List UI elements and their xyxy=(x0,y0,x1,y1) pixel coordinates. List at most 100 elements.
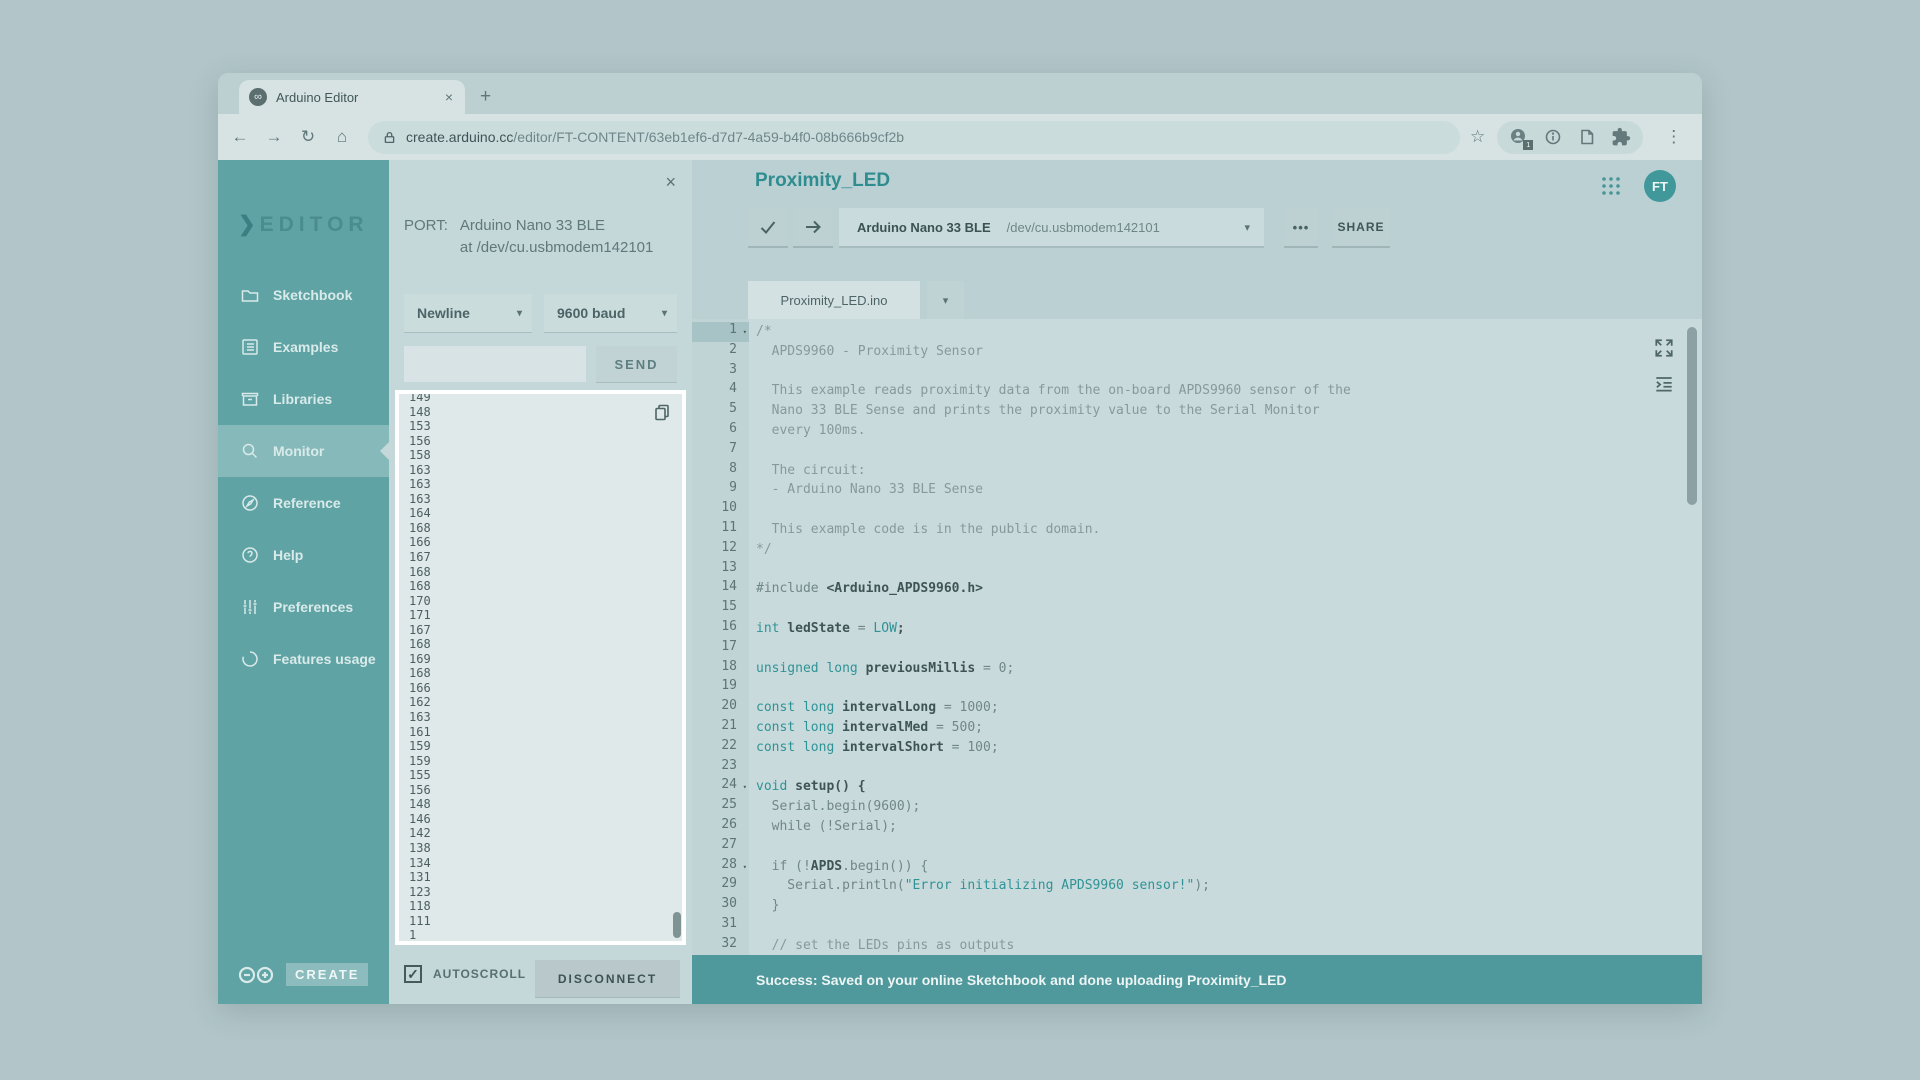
status-message: Success: Saved on your online Sketchbook… xyxy=(756,972,1287,988)
line-number[interactable]: 30 xyxy=(692,896,749,916)
line-number[interactable]: 12 xyxy=(692,540,749,560)
create-badge[interactable]: CREATE xyxy=(286,963,368,986)
profile-extension-icon[interactable]: 1 xyxy=(1509,127,1529,147)
upload-button[interactable] xyxy=(793,208,833,246)
fullscreen-icon[interactable] xyxy=(1653,337,1675,359)
tab-close-icon[interactable]: × xyxy=(443,89,455,105)
avatar[interactable]: FT xyxy=(1644,170,1676,202)
notes-extension-icon[interactable] xyxy=(1577,127,1597,147)
sidebar-item-sketchbook[interactable]: Sketchbook xyxy=(218,269,389,321)
file-tab[interactable]: Proximity_LED.ino xyxy=(748,281,920,319)
line-ending-select[interactable]: Newline ▾ xyxy=(404,294,532,332)
baud-rate-value: 9600 baud xyxy=(557,305,625,321)
line-number[interactable]: 15 xyxy=(692,599,749,619)
home-icon[interactable]: ⌂ xyxy=(330,127,354,147)
line-number[interactable]: 10 xyxy=(692,500,749,520)
line-number[interactable]: 23 xyxy=(692,758,749,778)
serial-scrollbar-thumb[interactable] xyxy=(673,912,681,938)
line-number[interactable]: 14 xyxy=(692,579,749,599)
format-code-icon[interactable] xyxy=(1653,373,1675,395)
sidebar-item-reference[interactable]: Reference xyxy=(218,477,389,529)
sidebar-item-libraries[interactable]: Libraries xyxy=(218,373,389,425)
line-number[interactable]: 27 xyxy=(692,837,749,857)
line-number[interactable]: 21 xyxy=(692,718,749,738)
progress-circle-icon xyxy=(240,649,260,669)
line-number[interactable]: 31 xyxy=(692,916,749,936)
code-line xyxy=(756,599,1682,619)
editor-scrollbar-thumb[interactable] xyxy=(1687,327,1697,505)
monitor-close-icon[interactable]: × xyxy=(665,172,676,193)
arduino-editor-app: ❯EDITOR SketchbookExamplesLibrariesMonit… xyxy=(218,160,1702,1004)
info-extension-icon[interactable] xyxy=(1543,127,1563,147)
autoscroll-checkbox[interactable]: ✓ xyxy=(404,965,422,983)
reload-icon[interactable]: ↻ xyxy=(296,127,320,147)
chevron-down-icon: ▾ xyxy=(943,294,949,307)
puzzle-extension-icon[interactable] xyxy=(1611,127,1631,147)
line-number[interactable]: 7 xyxy=(692,441,749,461)
serial-output[interactable]: 149 148 153 156 158 163 163 163 164 168 … xyxy=(395,390,686,945)
line-number[interactable]: 29 xyxy=(692,876,749,896)
sidebar-item-help[interactable]: Help xyxy=(218,529,389,581)
serial-message-input[interactable] xyxy=(404,346,586,382)
serial-values: 149 148 153 156 158 163 163 163 164 168 … xyxy=(409,390,431,943)
line-number[interactable]: 16 xyxy=(692,619,749,639)
autoscroll-label: AUTOSCROLL xyxy=(433,967,526,981)
fold-arrow-icon[interactable]: ▾ xyxy=(743,783,747,791)
url-path: /editor/FT-CONTENT/63eb1ef6-d7d7-4a59-b4… xyxy=(513,129,904,145)
line-number[interactable]: 18 xyxy=(692,659,749,679)
browser-menu-icon[interactable]: ⋮ xyxy=(1665,127,1682,147)
apps-grid-icon[interactable] xyxy=(1600,175,1622,197)
board-selector[interactable]: Arduino Nano 33 BLE /dev/cu.usbmodem1421… xyxy=(839,208,1264,246)
disconnect-button[interactable]: DISCONNECT xyxy=(535,960,680,997)
line-number[interactable]: 3 xyxy=(692,362,749,382)
back-icon[interactable]: ← xyxy=(228,127,252,147)
autoscroll-control: ✓ AUTOSCROLL xyxy=(404,965,526,983)
editor-scrollbar[interactable] xyxy=(1687,325,1697,949)
line-number[interactable]: 22 xyxy=(692,738,749,758)
arrow-right-icon xyxy=(803,217,823,237)
code-line: // set the LEDs pins as outputs xyxy=(756,936,1682,955)
line-number[interactable]: 1▾ xyxy=(692,322,749,342)
line-number[interactable]: 5 xyxy=(692,401,749,421)
code-line: /* xyxy=(756,322,1682,342)
forward-icon[interactable]: → xyxy=(262,127,286,147)
editor-logo: ❯EDITOR xyxy=(238,212,369,237)
line-number[interactable]: 13 xyxy=(692,560,749,580)
line-number[interactable]: 28▾ xyxy=(692,857,749,877)
new-tab-button[interactable]: + xyxy=(480,84,491,110)
share-button[interactable]: SHARE xyxy=(1332,208,1390,246)
code-line xyxy=(756,678,1682,698)
line-number[interactable]: 20 xyxy=(692,698,749,718)
line-number[interactable]: 8 xyxy=(692,461,749,481)
code-content[interactable]: /* APDS9960 - Proximity Sensor This exam… xyxy=(756,319,1682,955)
sidebar-item-features-usage[interactable]: Features usage xyxy=(218,633,389,685)
line-number[interactable]: 25 xyxy=(692,797,749,817)
line-number[interactable]: 4 xyxy=(692,381,749,401)
line-number[interactable]: 26 xyxy=(692,817,749,837)
line-number[interactable]: 19 xyxy=(692,678,749,698)
sidebar-item-examples[interactable]: Examples xyxy=(218,321,389,373)
copy-icon[interactable] xyxy=(652,402,672,422)
line-number[interactable]: 32 xyxy=(692,936,749,955)
line-number[interactable]: 24▾ xyxy=(692,777,749,797)
line-number[interactable]: 6 xyxy=(692,421,749,441)
url-bar[interactable]: create.arduino.cc/editor/FT-CONTENT/63eb… xyxy=(368,121,1460,154)
line-number[interactable]: 9 xyxy=(692,480,749,500)
code-editor[interactable]: 1▾23456789101112131415161718192021222324… xyxy=(692,319,1702,955)
sidebar-item-monitor[interactable]: Monitor xyxy=(218,425,389,477)
fold-arrow-icon[interactable]: ▾ xyxy=(743,863,747,871)
file-tab-menu-button[interactable]: ▾ xyxy=(927,281,964,319)
line-number[interactable]: 17 xyxy=(692,639,749,659)
baud-rate-select[interactable]: 9600 baud ▾ xyxy=(544,294,677,332)
verify-button[interactable] xyxy=(748,208,788,246)
code-line: } xyxy=(756,896,1682,916)
more-options-button[interactable]: ••• xyxy=(1284,208,1318,246)
send-button[interactable]: SEND xyxy=(596,346,677,382)
line-number[interactable]: 11 xyxy=(692,520,749,540)
fold-arrow-icon[interactable]: ▾ xyxy=(743,328,747,336)
sidebar-item-preferences[interactable]: Preferences xyxy=(218,581,389,633)
browser-tab[interactable]: ∞ Arduino Editor × xyxy=(239,80,465,114)
code-line: Serial.begin(9600); xyxy=(756,797,1682,817)
bookmark-star-icon[interactable]: ☆ xyxy=(1470,127,1485,147)
line-number[interactable]: 2 xyxy=(692,342,749,362)
